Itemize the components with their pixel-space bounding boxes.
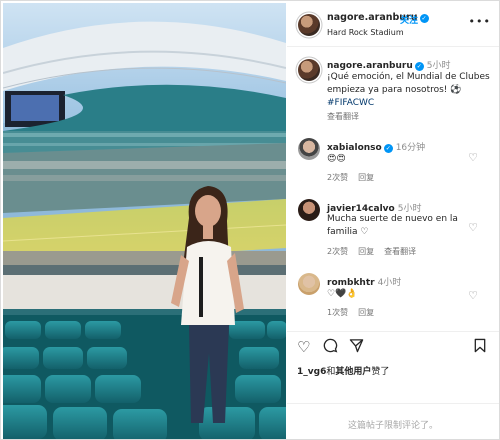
caption-text: ¡Qué emoción, el Mundial de Clubes empie… <box>327 72 490 95</box>
divider <box>287 331 499 332</box>
verified-icon: ✓ <box>383 144 393 153</box>
heart-icon[interactable]: ♡ <box>297 338 310 356</box>
divider <box>287 403 499 404</box>
comments-limited-notice: 这篇帖子限制评论了。 <box>347 421 438 431</box>
avatar[interactable] <box>298 273 320 295</box>
stadium-photo <box>3 3 286 439</box>
comment-meta: 1次赞 回复 <box>327 307 384 318</box>
post-modal: nagore.aranburu ✓ 关注 Hard Rock Stadium ••… <box>0 0 500 440</box>
action-bar: ♡ <box>287 338 499 358</box>
avatar[interactable] <box>298 59 320 81</box>
caption-time: 5小时 <box>426 61 451 71</box>
comment-time: 4小时 <box>377 278 402 288</box>
follow-button[interactable]: 关注 <box>400 13 418 26</box>
reply-button[interactable]: 回复 <box>358 308 374 317</box>
avatar[interactable] <box>298 199 320 221</box>
location-link[interactable]: Hard Rock Stadium <box>327 28 404 37</box>
likes-suffix: 赞了 <box>371 367 390 377</box>
verified-icon: ✓ <box>414 62 424 71</box>
comment-text: 😍😍 <box>327 154 346 164</box>
reply-button[interactable]: 回复 <box>358 173 374 182</box>
comment-text: Mucha suerte de nuevo en la familia ♡ <box>327 214 458 237</box>
more-horizontal-icon[interactable]: ••• <box>469 15 491 28</box>
share-icon[interactable] <box>349 338 364 357</box>
comment-meta: 2次赞 回复 <box>327 172 384 183</box>
reply-button[interactable]: 回复 <box>358 247 374 256</box>
comment-text: ♡🖤👌 <box>327 289 358 299</box>
comment-likes[interactable]: 2次赞 <box>327 173 348 182</box>
post-sidebar: nagore.aranburu ✓ 关注 Hard Rock Stadium ••… <box>287 3 499 439</box>
comment-meta: 2次赞 回复 查看翻译 <box>327 246 426 257</box>
liker-username[interactable]: 1_vg6 <box>297 367 326 377</box>
comment-icon[interactable] <box>323 338 338 357</box>
hashtag-link[interactable]: #FIFACWC <box>327 98 374 108</box>
likes-summary: 1_vg6和其他用户赞了 <box>297 364 389 377</box>
heart-icon[interactable]: ♡ <box>468 289 478 302</box>
heart-icon[interactable]: ♡ <box>468 221 478 234</box>
translate-button[interactable]: 查看翻译 <box>327 111 359 122</box>
avatar[interactable] <box>298 138 320 160</box>
username-text[interactable]: rombkhtr <box>327 278 375 288</box>
post-header: nagore.aranburu ✓ 关注 Hard Rock Stadium ••… <box>287 3 499 47</box>
avatar[interactable] <box>298 14 320 36</box>
comment-likes[interactable]: 2次赞 <box>327 247 348 256</box>
username-text[interactable]: nagore.aranburu <box>327 61 413 71</box>
comment-username[interactable]: xabialonso ✓ 16分钟 <box>327 140 425 153</box>
likes-connector: 和 <box>326 367 336 377</box>
translate-button[interactable]: 查看翻译 <box>384 247 416 256</box>
comment-likes[interactable]: 1次赞 <box>327 308 348 317</box>
username-text[interactable]: xabialonso <box>327 143 382 153</box>
heart-icon[interactable]: ♡ <box>468 151 478 164</box>
caption-username[interactable]: nagore.aranburu ✓ 5小时 <box>327 58 451 71</box>
comment-username[interactable]: rombkhtr 4小时 <box>327 275 401 288</box>
verified-icon: ✓ <box>419 14 429 23</box>
post-photo[interactable] <box>3 3 286 439</box>
other-likers-link[interactable]: 其他用户 <box>335 367 371 377</box>
comment-time: 16分钟 <box>395 143 426 153</box>
bookmark-icon[interactable] <box>473 338 487 357</box>
